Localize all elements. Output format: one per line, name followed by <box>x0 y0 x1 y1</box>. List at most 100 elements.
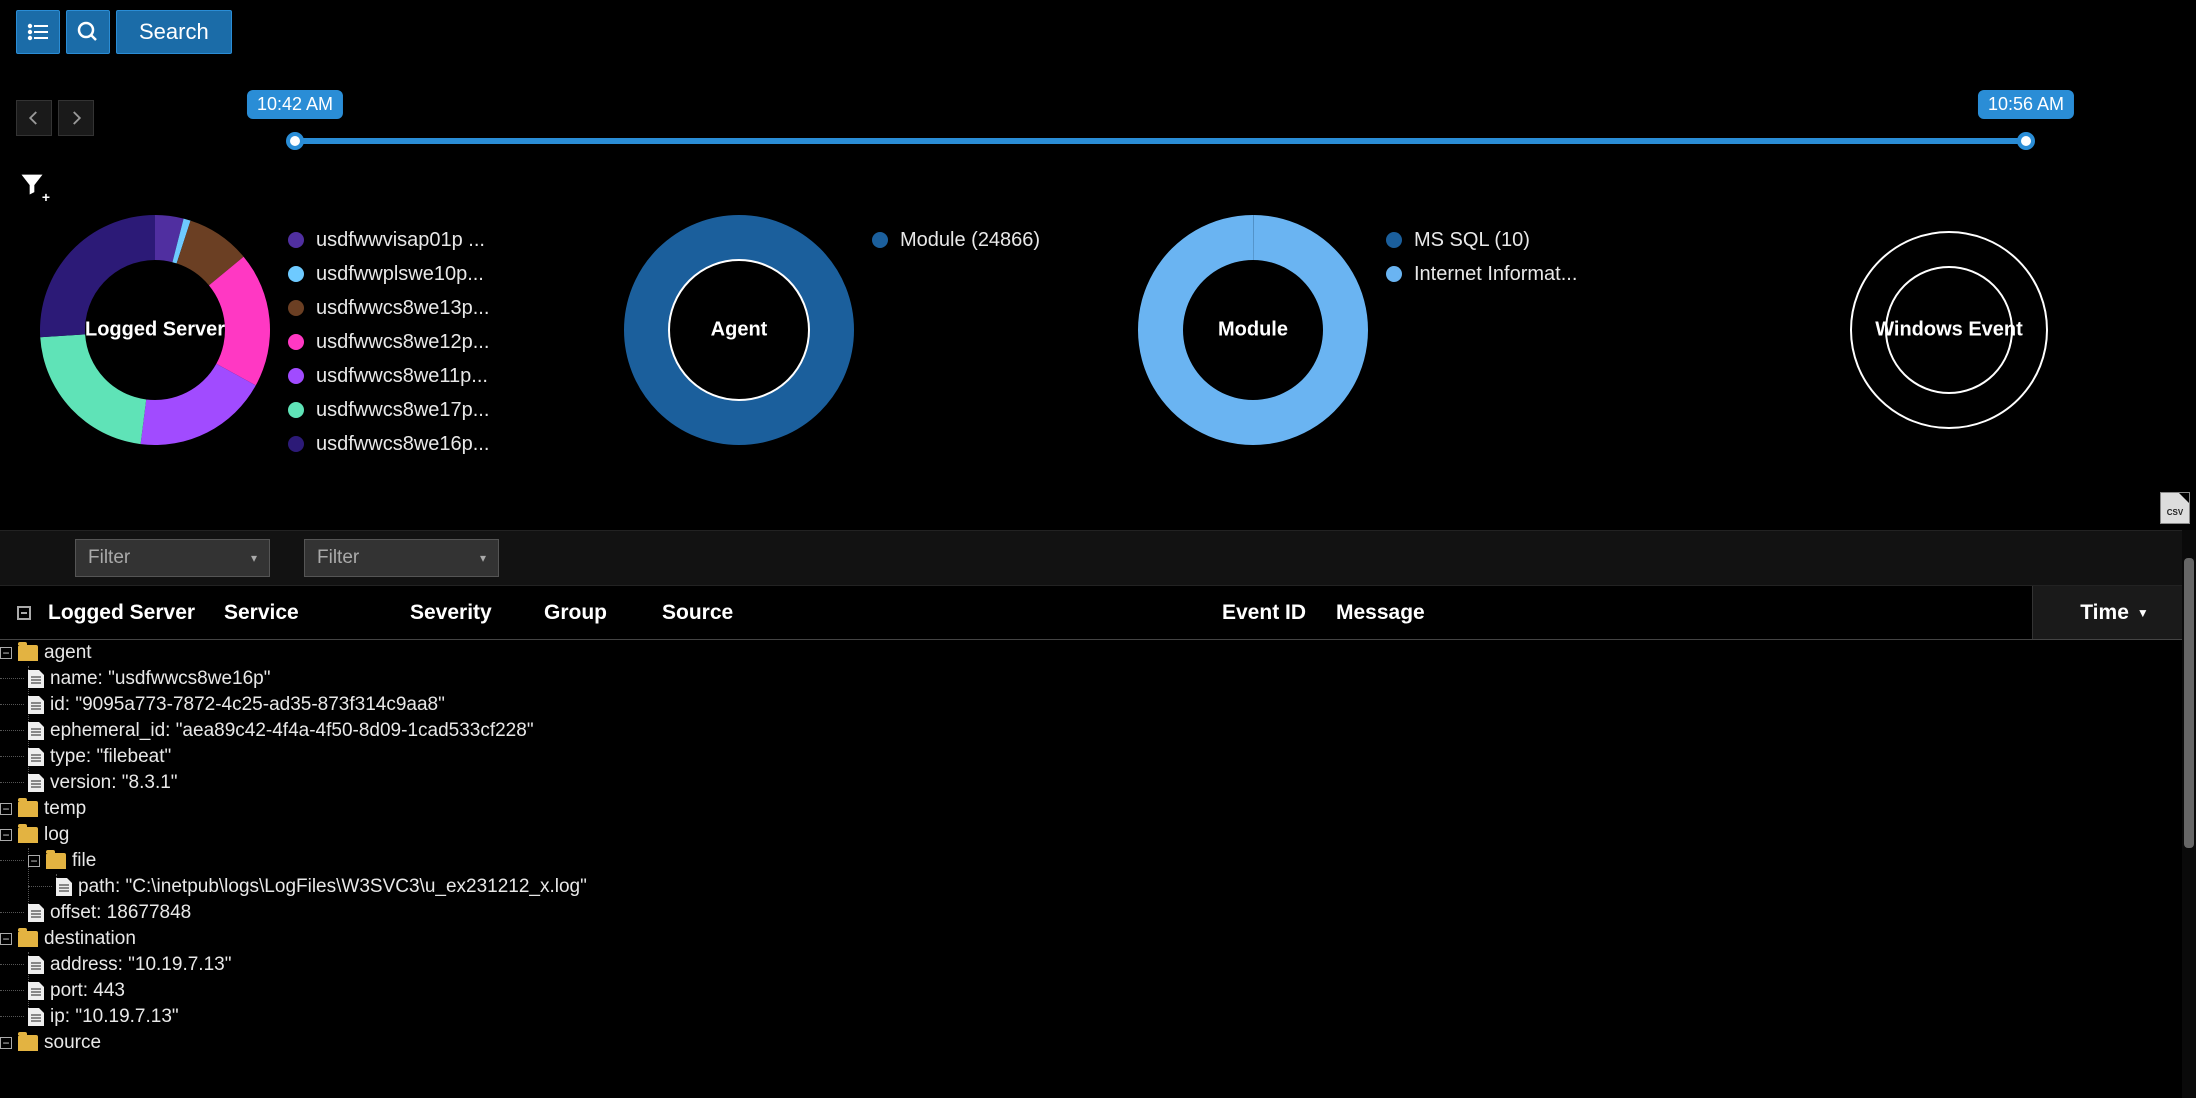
legend-item[interactable]: usdfwwplswe10p... <box>288 257 489 291</box>
tree-node-destination[interactable]: −destination address: "10.19.7.13" port:… <box>0 926 2196 1030</box>
legend-label: usdfwwcs8we17p... <box>316 399 489 422</box>
col-message[interactable]: Message <box>1336 601 1447 625</box>
legend-item[interactable]: usdfwwvisap01p ... <box>288 223 489 257</box>
legend-swatch-icon <box>288 334 304 350</box>
search-icon-button[interactable] <box>66 10 110 54</box>
legend-item[interactable]: Internet Informat... <box>1386 257 1577 291</box>
legend-label: usdfwwcs8we12p... <box>316 331 489 354</box>
tree-leaf[interactable]: address: "10.19.7.13" <box>28 952 2196 978</box>
collapse-icon[interactable]: − <box>0 647 12 659</box>
col-group[interactable]: Group <box>544 601 662 625</box>
nav-back-button[interactable] <box>16 100 52 136</box>
filter-placeholder: Filter <box>88 547 130 569</box>
charts-row: Logged Server usdfwwvisap01p ...usdfwwpl… <box>40 215 2176 475</box>
collapse-icon[interactable]: − <box>28 855 40 867</box>
sort-descending-icon: ▼ <box>2137 606 2149 620</box>
legend-swatch-icon <box>872 232 888 248</box>
tree-leaf[interactable]: id: "9095a773-7872-4c25-ad35-873f314c9aa… <box>28 692 2196 718</box>
tree-leaf[interactable]: offset: 18677848 <box>28 900 2196 926</box>
folder-icon <box>18 931 38 947</box>
chevron-down-icon: ▾ <box>480 551 486 565</box>
vertical-scrollbar[interactable] <box>2182 530 2196 1098</box>
legend-label: usdfwwplswe10p... <box>316 263 484 286</box>
tree-node-temp[interactable]: −temp <box>0 796 2196 822</box>
chart-module[interactable]: Module MS SQL (10) Internet Informat... <box>1108 215 1642 475</box>
legend-swatch-icon <box>1386 266 1402 282</box>
legend-swatch-icon <box>288 266 304 282</box>
file-icon <box>28 956 44 974</box>
legend-swatch-icon <box>288 436 304 452</box>
add-filter-button[interactable]: + <box>18 170 46 203</box>
col-severity[interactable]: Severity <box>410 601 544 625</box>
scrollbar-thumb[interactable] <box>2184 558 2194 848</box>
legend-swatch-icon <box>288 300 304 316</box>
tree-leaf[interactable]: port: 443 <box>28 978 2196 1004</box>
folder-icon <box>18 645 38 661</box>
list-menu-button[interactable] <box>16 10 60 54</box>
col-service[interactable]: Service <box>224 601 410 625</box>
event-detail-tree: −agent name: "usdfwwcs8we16p" id: "9095a… <box>0 640 2196 1098</box>
legend-label: usdfwwcs8we13p... <box>316 297 489 320</box>
legend-item[interactable]: Module (24866) <box>872 223 1040 257</box>
filter-bar: Filter ▾ Filter ▾ <box>0 530 2196 586</box>
time-start-handle[interactable] <box>286 132 304 150</box>
col-time-label: Time <box>2080 601 2129 625</box>
tree-node-log[interactable]: −log −file path: "C:\inetpub\logs\LogFil… <box>0 822 2196 926</box>
tree-leaf[interactable]: ip: "10.19.7.13" <box>28 1004 2196 1030</box>
legend-label: Internet Informat... <box>1414 263 1577 286</box>
tree-node-agent[interactable]: −agent name: "usdfwwcs8we16p" id: "9095a… <box>0 640 2196 796</box>
filter-dropdown-1[interactable]: Filter ▾ <box>75 539 270 577</box>
chart-agent[interactable]: Agent Module (24866) <box>574 215 1108 475</box>
chart-title: Module <box>1218 319 1288 342</box>
collapse-icon[interactable]: − <box>0 803 12 815</box>
legend-label: usdfwwcs8we11p... <box>316 365 488 388</box>
col-source[interactable]: Source <box>662 601 1222 625</box>
legend-item[interactable]: usdfwwcs8we11p... <box>288 359 489 393</box>
nav-forward-button[interactable] <box>58 100 94 136</box>
chevron-down-icon: ▾ <box>251 551 257 565</box>
folder-icon <box>18 801 38 817</box>
collapse-icon[interactable]: − <box>0 933 12 945</box>
tree-leaf[interactable]: version: "8.3.1" <box>28 770 2196 796</box>
time-end-label: 10:56 AM <box>1978 90 2074 119</box>
legend-item[interactable]: usdfwwcs8we12p... <box>288 325 489 359</box>
tree-node-source[interactable]: −source <box>0 1030 2196 1056</box>
tree-leaf[interactable]: name: "usdfwwcs8we16p" <box>28 666 2196 692</box>
legend-label: Module (24866) <box>900 229 1040 252</box>
legend-item[interactable]: usdfwwcs8we13p... <box>288 291 489 325</box>
file-icon <box>28 904 44 922</box>
file-icon <box>28 696 44 714</box>
col-time[interactable]: Time ▼ <box>2032 586 2196 639</box>
filter-dropdown-2[interactable]: Filter ▾ <box>304 539 499 577</box>
export-csv-button[interactable]: CSV <box>2160 492 2190 524</box>
time-range-slider[interactable]: 10:42 AM 10:56 AM <box>295 90 2026 160</box>
chart-windows-event[interactable]: Windows Event <box>1642 215 2176 475</box>
time-start-label: 10:42 AM <box>247 90 343 119</box>
legend-swatch-icon <box>1386 232 1402 248</box>
column-header-row: Logged Server Service Severity Group Sou… <box>0 586 2196 640</box>
legend-label: usdfwwcs8we16p... <box>316 433 489 456</box>
tree-leaf[interactable]: ephemeral_id: "aea89c42-4f4a-4f50-8d09-1… <box>28 718 2196 744</box>
collapse-icon[interactable]: − <box>0 829 12 841</box>
tree-node-file[interactable]: −file path: "C:\inetpub\logs\LogFiles\W3… <box>28 848 2196 900</box>
file-icon <box>28 748 44 766</box>
search-button[interactable]: Search <box>116 10 232 54</box>
collapse-icon[interactable]: − <box>0 1037 12 1049</box>
file-icon <box>28 1008 44 1026</box>
legend-item[interactable]: MS SQL (10) <box>1386 223 1577 257</box>
col-logged-server[interactable]: Logged Server <box>48 601 224 625</box>
legend-item[interactable]: usdfwwcs8we16p... <box>288 427 489 461</box>
col-event-id[interactable]: Event ID <box>1222 601 1336 625</box>
tree-leaf[interactable]: path: "C:\inetpub\logs\LogFiles\W3SVC3\u… <box>56 874 2196 900</box>
time-end-handle[interactable] <box>2017 132 2035 150</box>
legend-swatch-icon <box>288 402 304 418</box>
legend-item[interactable]: usdfwwcs8we17p... <box>288 393 489 427</box>
plus-icon: + <box>42 189 50 205</box>
legend-swatch-icon <box>288 368 304 384</box>
file-icon <box>28 774 44 792</box>
collapse-all-button[interactable] <box>0 606 48 620</box>
tree-leaf[interactable]: type: "filebeat" <box>28 744 2196 770</box>
legend-label: MS SQL (10) <box>1414 229 1530 252</box>
folder-icon <box>18 827 38 843</box>
chart-logged-server[interactable]: Logged Server usdfwwvisap01p ...usdfwwpl… <box>40 215 574 475</box>
